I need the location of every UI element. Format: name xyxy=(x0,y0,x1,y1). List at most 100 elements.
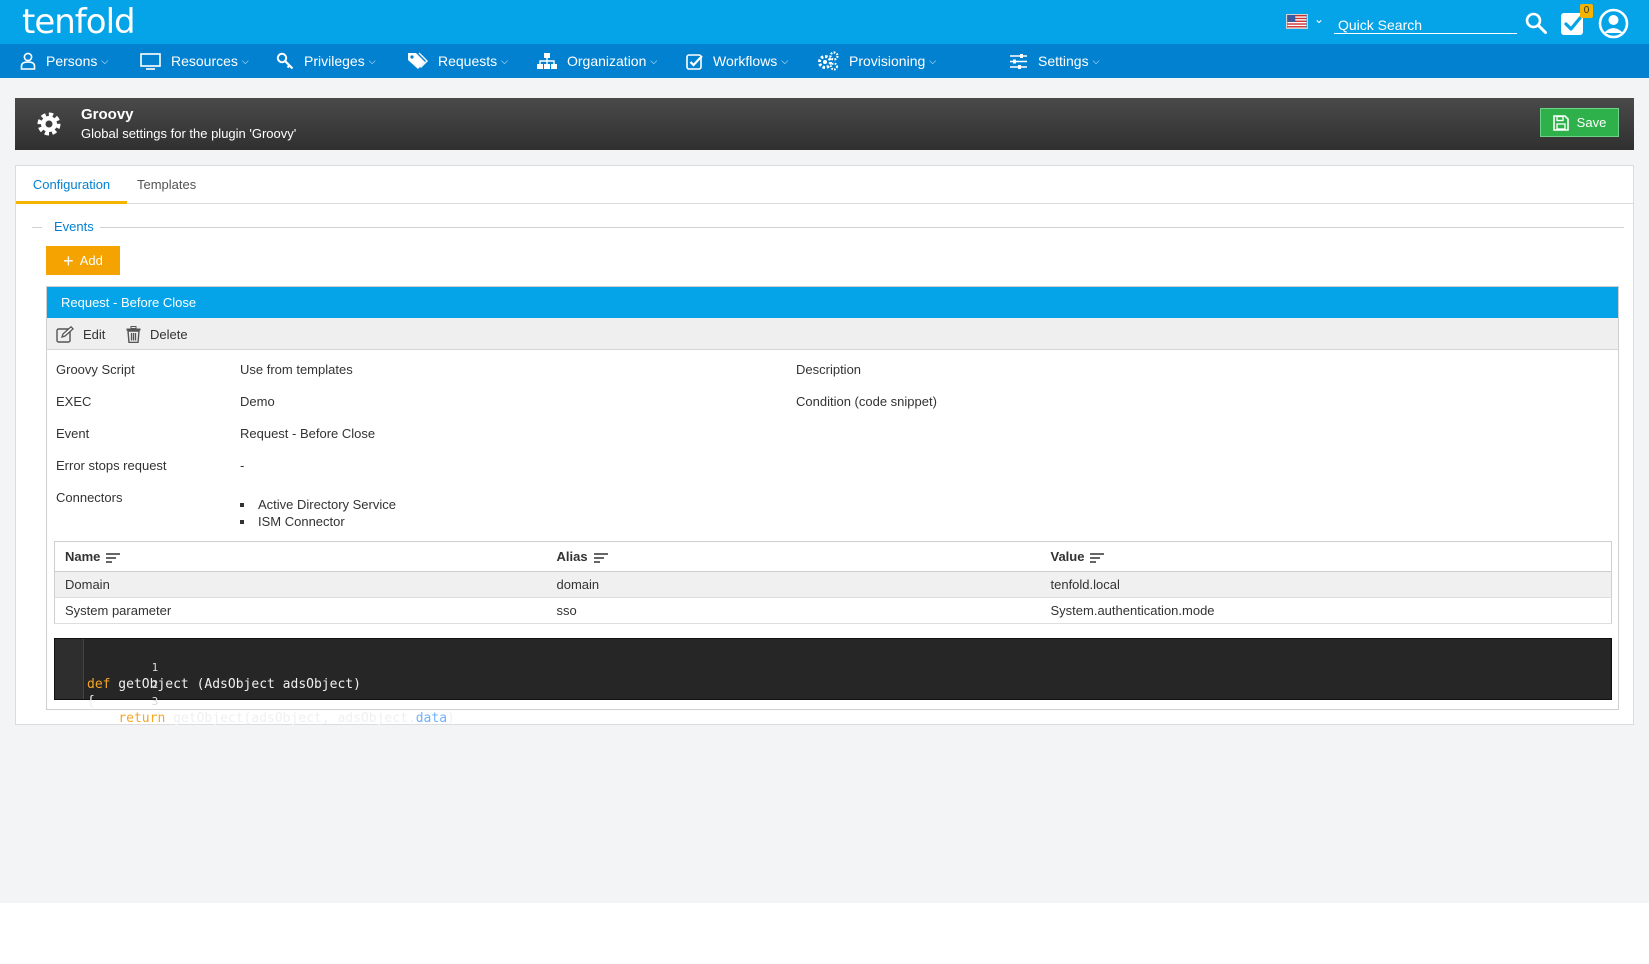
edit-label: Edit xyxy=(83,326,106,342)
app-window: tenfold ⌄ 0 xyxy=(0,0,1649,903)
quick-search-input[interactable] xyxy=(1334,12,1517,34)
chevron-down-icon: ⌵ xyxy=(1092,55,1100,66)
field-label-exec: EXEC xyxy=(56,394,92,409)
code-line: 3 return getObject(adsObject, adsObject.… xyxy=(55,676,455,726)
trash-icon xyxy=(126,325,141,343)
fieldset-divider xyxy=(92,227,1624,228)
chevron-down-icon[interactable]: ⌄ xyxy=(1314,12,1324,26)
tab-configuration[interactable]: Configuration xyxy=(16,166,127,204)
list-item: Active Directory Service xyxy=(240,496,396,513)
code-text: ) xyxy=(447,711,455,726)
nav-settings[interactable]: Settings ⌵ xyxy=(1009,44,1099,78)
field-value-groovy-script: Use from templates xyxy=(240,362,353,377)
nav-organization-label: Organization xyxy=(567,53,647,69)
main-nav: Persons ⌵ Resources ⌵ Privileges ⌵ Requests… xyxy=(0,44,1649,78)
event-title[interactable]: Request - Before Close xyxy=(47,287,1618,318)
column-header-alias[interactable]: Alias xyxy=(546,541,1041,572)
cell-name: System parameter xyxy=(54,597,547,624)
nav-privileges-label: Privileges xyxy=(304,53,365,69)
event-panel: Request - Before Close Edit Delete Groov… xyxy=(46,286,1619,726)
column-header-label: Alias xyxy=(556,549,588,564)
field-label-groovy-script: Groovy Script xyxy=(56,362,135,377)
column-header-name[interactable]: Name xyxy=(54,541,547,572)
user-avatar-icon[interactable] xyxy=(1598,8,1629,39)
nav-resources[interactable]: Resources ⌵ xyxy=(140,44,249,78)
tenfold-logo[interactable]: tenfold xyxy=(22,2,136,42)
settings-card: Configuration Templates Events + Add Req… xyxy=(15,165,1634,726)
nav-persons-label: Persons xyxy=(46,53,98,69)
chevron-down-icon: ⌵ xyxy=(781,55,789,66)
chevron-down-icon: ⌵ xyxy=(501,55,508,66)
code-line: 2 { xyxy=(55,659,158,709)
field-value-error-stops: - xyxy=(240,458,245,473)
chevron-down-icon: ⌵ xyxy=(929,55,937,66)
save-button[interactable]: Save xyxy=(1540,108,1619,137)
checkbox-icon xyxy=(686,53,703,70)
field-label-error-stops: Error stops request xyxy=(56,458,167,473)
key-icon xyxy=(276,52,294,70)
chevron-down-icon: ⌵ xyxy=(368,55,376,66)
cell-alias: sso xyxy=(546,597,1041,624)
list-item: ISM Connector xyxy=(240,513,396,530)
cell-alias: domain xyxy=(546,571,1041,598)
nav-settings-label: Settings xyxy=(1038,53,1089,69)
monitor-icon xyxy=(140,52,161,70)
search-icon[interactable] xyxy=(1524,11,1548,35)
tags-icon xyxy=(408,52,428,69)
plus-icon: + xyxy=(63,250,74,271)
events-legend: Events xyxy=(48,219,100,234)
field-value-exec: Demo xyxy=(240,394,275,409)
connectors-list: Active Directory Service ISM Connector xyxy=(240,496,396,530)
tab-bar: Configuration Templates xyxy=(16,166,1633,204)
delete-label: Delete xyxy=(150,326,188,342)
save-button-label: Save xyxy=(1576,115,1607,130)
code-line: 1 def getObject (AdsObject adsObject) xyxy=(55,642,361,692)
page-header: Groovy Global settings for the plugin 'G… xyxy=(15,98,1634,150)
fieldset-divider xyxy=(32,227,42,228)
page-subtitle: Global settings for the plugin 'Groovy' xyxy=(81,126,297,141)
chevron-down-icon: ⌵ xyxy=(101,55,109,66)
nav-provisioning-label: Provisioning xyxy=(849,53,926,69)
nav-organization[interactable]: Organization ⌵ xyxy=(537,44,657,78)
tasks-count-badge: 0 xyxy=(1580,4,1593,18)
cell-value: System.authentication.mode xyxy=(1040,597,1612,624)
edit-button[interactable]: Edit xyxy=(56,318,105,350)
sort-icon xyxy=(1090,552,1105,563)
top-bar: tenfold ⌄ 0 xyxy=(0,0,1649,44)
table-row[interactable]: Domain domain tenfold.local xyxy=(54,571,1612,598)
field-label-connectors: Connectors xyxy=(56,490,123,505)
chevron-down-icon: ⌵ xyxy=(650,55,658,66)
column-header-value[interactable]: Value xyxy=(1040,541,1612,572)
tab-templates[interactable]: Templates xyxy=(137,166,196,204)
line-number: 3 xyxy=(151,695,159,708)
delete-button[interactable]: Delete xyxy=(126,318,188,350)
nav-requests-label: Requests xyxy=(438,53,498,69)
field-label-description: Description xyxy=(796,362,862,377)
nav-provisioning[interactable]: Provisioning ⌵ xyxy=(817,44,936,78)
quick-search xyxy=(1334,12,1517,34)
nav-workflows[interactable]: Workflows ⌵ xyxy=(686,44,788,78)
code-editor[interactable]: 1 def getObject (AdsObject adsObject) 2 … xyxy=(54,638,1612,726)
add-event-button[interactable]: + Add xyxy=(46,246,120,275)
org-chart-icon xyxy=(537,52,557,69)
gears-icon xyxy=(818,51,839,71)
nav-privileges[interactable]: Privileges ⌵ xyxy=(276,44,376,78)
chevron-down-icon: ⌵ xyxy=(241,55,249,66)
table-row[interactable]: System parameter sso System.authenticati… xyxy=(54,597,1612,624)
add-button-label: Add xyxy=(79,253,103,268)
event-toolbar: Edit Delete xyxy=(47,318,1618,350)
page-title: Groovy xyxy=(81,106,134,123)
field-value-event: Request - Before Close xyxy=(240,426,376,441)
us-flag-icon[interactable] xyxy=(1286,14,1308,29)
edit-icon xyxy=(56,325,74,343)
nav-workflows-label: Workflows xyxy=(713,53,778,69)
floppy-disk-icon xyxy=(1552,114,1569,131)
gear-icon xyxy=(37,112,61,136)
sort-icon xyxy=(593,552,608,563)
nav-resources-label: Resources xyxy=(171,53,238,69)
column-header-label: Value xyxy=(1050,549,1085,564)
code-keyword: return xyxy=(118,711,166,726)
nav-persons[interactable]: Persons ⌵ xyxy=(20,44,108,78)
person-icon xyxy=(20,52,36,70)
nav-requests[interactable]: Requests ⌵ xyxy=(407,44,508,78)
